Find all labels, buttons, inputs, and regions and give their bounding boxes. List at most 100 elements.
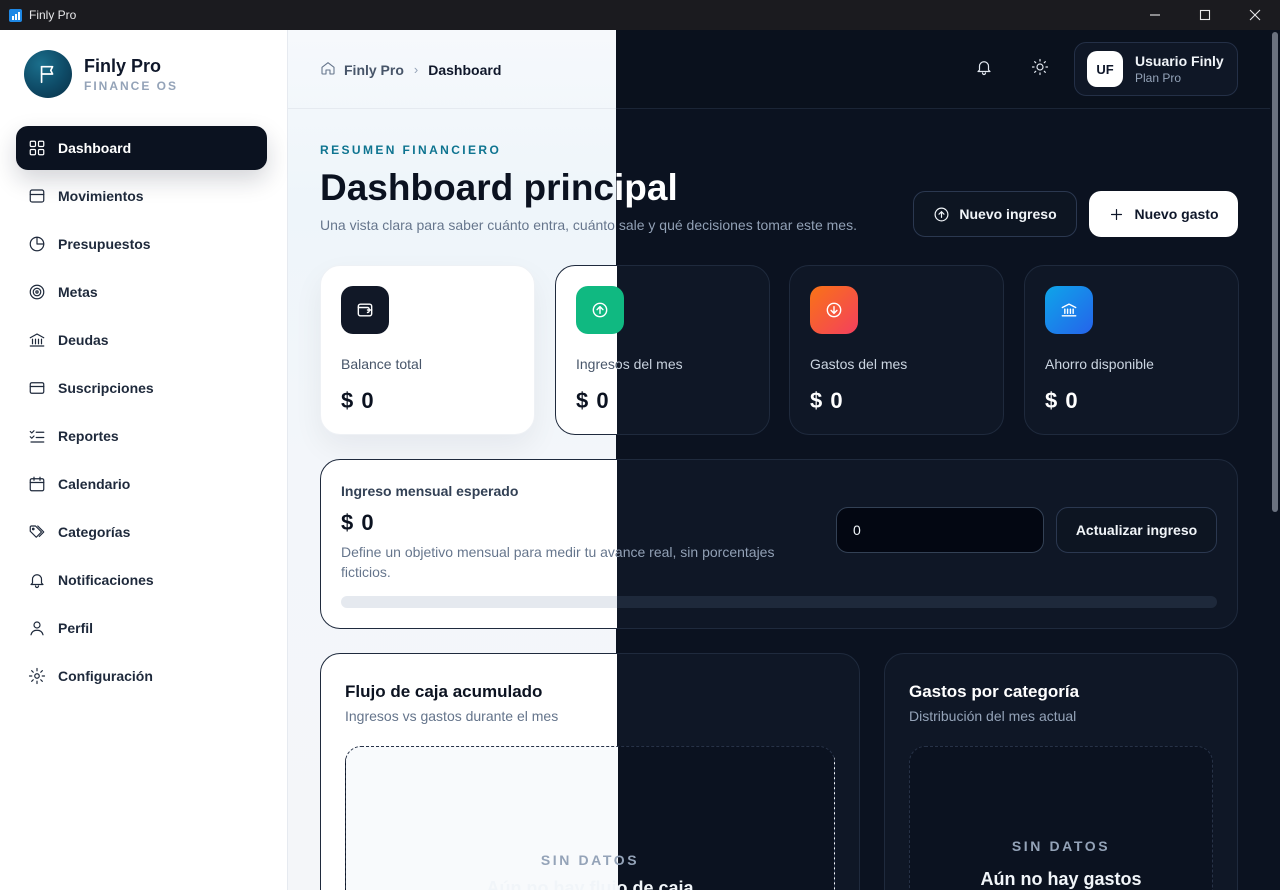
target-icon: [28, 283, 46, 301]
income-goal-description: Define un objetivo mensual para medir tu…: [341, 542, 791, 582]
user-menu[interactable]: UF Usuario Finly Plan Pro: [1074, 42, 1238, 96]
income-progress-bar: [341, 596, 1217, 608]
avatar: UF: [1087, 51, 1123, 87]
pie-chart-icon: [28, 235, 46, 253]
brand[interactable]: Finly Pro FINANCE OS: [24, 50, 178, 98]
checklist-icon: [28, 427, 46, 445]
arrow-up-circle-icon: [934, 207, 949, 221]
sidebar-item-label: Suscripciones: [58, 380, 154, 396]
stat-label: Ahorro disponible: [1045, 356, 1154, 372]
close-button[interactable]: [1230, 0, 1280, 30]
page-title: Dashboard principal: [320, 167, 678, 208]
arrow-down-circle-icon: [810, 286, 858, 334]
stat-card-savings[interactable]: Ahorro disponible $ 0: [1024, 265, 1239, 435]
empty-state-message: Aún no hay flujo de caja: [486, 878, 694, 890]
chevron-right-icon: ›: [413, 62, 419, 77]
breadcrumb: Finly Pro › Dashboard: [320, 60, 501, 79]
sidebar-item-label: Notificaciones: [58, 572, 154, 588]
stat-value: $ 0: [341, 388, 375, 413]
categories-empty-state: SIN DATOS Aún no hay gastos: [909, 746, 1213, 890]
sidebar-item-movimientos[interactable]: Movimientos: [16, 174, 267, 218]
plus-icon: [1111, 208, 1123, 220]
home-icon[interactable]: [320, 60, 336, 79]
stat-label: Ingresos del mes: [576, 356, 683, 372]
empty-state-tag: SIN DATOS: [540, 852, 640, 868]
scrollbar-thumb[interactable]: [1272, 32, 1278, 512]
window-title: Finly Pro: [29, 8, 77, 22]
breadcrumb-current: Dashboard: [428, 61, 502, 78]
section-eyebrow: RESUMEN FINANCIERO: [320, 143, 502, 157]
bell-icon: [28, 571, 46, 589]
income-goal-label: Ingreso mensual esperado: [341, 483, 519, 499]
sidebar-item-perfil[interactable]: Perfil: [16, 606, 267, 650]
income-goal-input[interactable]: [836, 507, 1044, 553]
new-income-label: Nuevo ingreso: [959, 206, 1057, 222]
calendar-icon: [28, 475, 46, 493]
sidebar-item-configuracion[interactable]: Configuración: [16, 654, 267, 698]
sidebar-item-suscripciones[interactable]: Suscripciones: [16, 366, 267, 410]
credit-card-icon: [28, 379, 46, 397]
sidebar-item-dashboard[interactable]: Dashboard: [16, 126, 267, 170]
page-subtitle: Una vista clara para saber cuánto entra,…: [320, 217, 857, 233]
brand-name: Finly Pro: [84, 56, 162, 76]
new-expense-label: Nuevo gasto: [1134, 206, 1219, 222]
bell-icon[interactable]: [975, 58, 995, 78]
bank-icon: [28, 331, 46, 349]
breadcrumb-root[interactable]: Finly Pro: [344, 62, 404, 78]
sidebar-item-label: Movimientos: [58, 188, 144, 204]
gear-icon: [28, 667, 46, 685]
cash-flow-panel: Flujo de caja acumulado Ingresos vs gast…: [320, 653, 860, 890]
sidebar-item-label: Configuración: [58, 668, 153, 684]
cash-flow-title: Flujo de caja acumulado: [345, 682, 543, 701]
sun-icon[interactable]: [1031, 58, 1051, 78]
window-titlebar: Finly Pro: [0, 0, 1280, 30]
new-expense-button[interactable]: Nuevo gasto: [1089, 191, 1238, 237]
user-icon: [28, 619, 46, 637]
sidebar-item-categorias[interactable]: Categorías: [16, 510, 267, 554]
new-income-button[interactable]: Nuevo ingreso: [913, 191, 1077, 237]
categories-title: Gastos por categoría: [909, 682, 1080, 701]
minimize-button[interactable]: [1130, 0, 1180, 30]
stat-card-balance[interactable]: Balance total $ 0: [320, 265, 535, 435]
stat-label: Gastos del mes: [810, 356, 908, 372]
stat-value: $ 0: [576, 388, 610, 413]
cash-flow-empty-state: SIN DATOS Aún no hay flujo de caja: [345, 746, 835, 890]
sidebar-item-deudas[interactable]: Deudas: [16, 318, 267, 362]
sidebar-item-label: Calendario: [58, 476, 131, 492]
sidebar-item-notificaciones[interactable]: Notificaciones: [16, 558, 267, 602]
topbar-divider-light: [288, 108, 616, 109]
wallet-icon: [341, 286, 389, 334]
stat-value: $ 0: [810, 388, 844, 413]
stat-label: Balance total: [341, 356, 422, 372]
sidebar-item-label: Deudas: [58, 332, 109, 348]
scrollbar[interactable]: [1270, 30, 1280, 890]
stat-card-income[interactable]: Ingresos del mes $ 0: [555, 265, 770, 435]
maximize-button[interactable]: [1180, 0, 1230, 30]
sidebar-item-label: Perfil: [58, 620, 94, 636]
sidebar-item-reportes[interactable]: Reportes: [16, 414, 267, 458]
dashboard-icon: [28, 139, 46, 157]
sidebar-item-presupuestos[interactable]: Presupuestos: [16, 222, 267, 266]
wallet-icon: [28, 187, 46, 205]
sidebar-nav: Dashboard Movimientos Presupuestos Metas…: [16, 126, 267, 702]
main-content: Finly Pro › Dashboard UF Usuario Finly P…: [288, 30, 1270, 890]
user-name: Usuario Finly: [1135, 53, 1224, 69]
categories-subtitle: Distribución del mes actual: [909, 708, 1077, 724]
stat-value: $ 0: [1045, 388, 1079, 413]
sidebar-item-metas[interactable]: Metas: [16, 270, 267, 314]
arrow-up-circle-icon: [576, 286, 624, 334]
empty-state-tag: SIN DATOS: [1011, 838, 1111, 854]
sidebar-item-label: Reportes: [58, 428, 119, 444]
update-income-button[interactable]: Actualizar ingreso: [1056, 507, 1217, 553]
expenses-by-category-panel: Gastos por categoría Distribución del me…: [884, 653, 1238, 890]
brand-subtitle: FINANCE OS: [84, 79, 179, 93]
sidebar-item-label: Presupuestos: [58, 236, 151, 252]
flag-icon: [24, 50, 72, 98]
sidebar-item-label: Categorías: [58, 524, 131, 540]
sidebar-item-label: Dashboard: [58, 140, 132, 156]
sidebar-item-calendario[interactable]: Calendario: [16, 462, 267, 506]
tags-icon: [28, 523, 46, 541]
app-logo-icon: [9, 8, 22, 22]
cash-flow-subtitle: Ingresos vs gastos durante el mes: [345, 708, 559, 724]
stat-card-expenses[interactable]: Gastos del mes $ 0: [789, 265, 1004, 435]
